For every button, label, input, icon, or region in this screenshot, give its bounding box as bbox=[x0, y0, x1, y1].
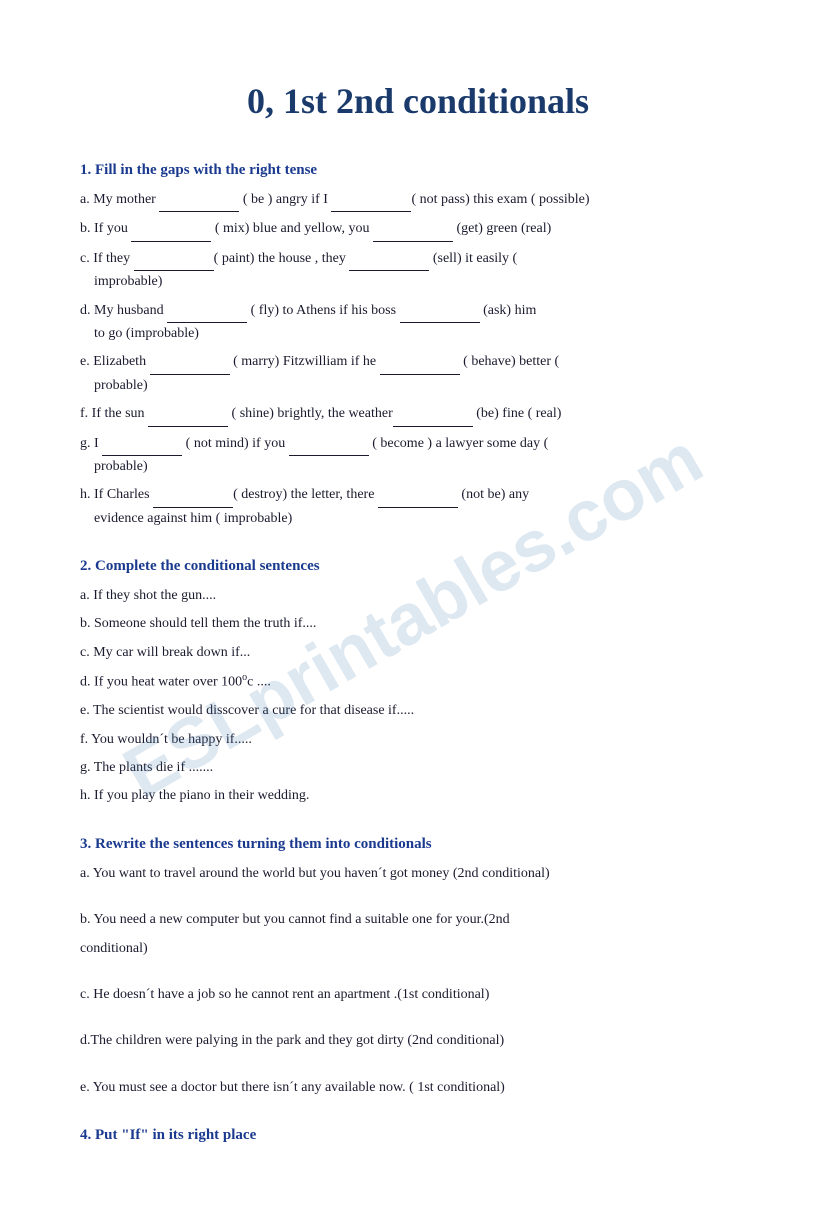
blank-1h-2 bbox=[378, 484, 458, 507]
blank-1e-2 bbox=[380, 351, 460, 374]
section-3-line-b: b. You need a new computer but you canno… bbox=[80, 909, 756, 931]
section-3-line-a: a. You want to travel around the world b… bbox=[80, 863, 756, 885]
blank-1f-2 bbox=[393, 403, 473, 426]
blank-1f-1 bbox=[148, 403, 228, 426]
section-2-header: 2. Complete the conditional sentences bbox=[80, 558, 756, 575]
section-2-line-e: e. The scientist would disscover a cure … bbox=[80, 700, 756, 722]
section-3-line-d: d.The children were palying in the park … bbox=[80, 1030, 756, 1052]
blank-1h-1 bbox=[153, 484, 233, 507]
blank-1d-2 bbox=[400, 300, 480, 323]
section-3-header: 3. Rewrite the sentences turning them in… bbox=[80, 836, 756, 853]
blank-1g-1 bbox=[102, 433, 182, 456]
section-2-line-f: f. You wouldn´t be happy if..... bbox=[80, 729, 756, 751]
section-2-line-g: g. The plants die if ....... bbox=[80, 757, 756, 779]
section-1-line-e: e. Elizabeth ( marry) Fitzwilliam if he … bbox=[80, 351, 756, 397]
section-1-line-c: c. If they ( paint) the house , they (se… bbox=[80, 248, 756, 294]
page-title: 0, 1st 2nd conditionals bbox=[80, 80, 756, 122]
section-3-line-c: c. He doesn´t have a job so he cannot re… bbox=[80, 984, 756, 1006]
section-3-line-e: e. You must see a doctor but there isn´t… bbox=[80, 1077, 756, 1099]
section-1-line-h: h. If Charles ( destroy) the letter, the… bbox=[80, 484, 756, 530]
blank-1g-2 bbox=[289, 433, 369, 456]
blank-1d-1 bbox=[167, 300, 247, 323]
section-3: 3. Rewrite the sentences turning them in… bbox=[80, 836, 756, 1099]
section-1-line-f: f. If the sun ( shine) brightly, the wea… bbox=[80, 403, 756, 426]
section-1-header: 1. Fill in the gaps with the right tense bbox=[80, 162, 756, 179]
section-1-line-d: d. My husband ( fly) to Athens if his bo… bbox=[80, 300, 756, 346]
blank-1a-2 bbox=[331, 189, 411, 212]
section-2: 2. Complete the conditional sentences a.… bbox=[80, 558, 756, 808]
blank-1c-1 bbox=[134, 248, 214, 271]
section-3-line-b-cont: conditional) bbox=[80, 938, 756, 960]
blank-1e-1 bbox=[150, 351, 230, 374]
section-2-line-d: d. If you heat water over 100oc .... bbox=[80, 670, 756, 694]
section-2-line-c: c. My car will break down if... bbox=[80, 642, 756, 664]
section-1-line-b: b. If you ( mix) blue and yellow, you (g… bbox=[80, 218, 756, 241]
section-2-line-a: a. If they shot the gun.... bbox=[80, 585, 756, 607]
blank-1b-1 bbox=[131, 218, 211, 241]
section-1-line-a: a. My mother ( be ) angry if I ( not pas… bbox=[80, 189, 756, 212]
blank-1c-2 bbox=[349, 248, 429, 271]
section-2-line-b: b. Someone should tell them the truth if… bbox=[80, 613, 756, 635]
section-1-line-g: g. I ( not mind) if you ( become ) a law… bbox=[80, 433, 756, 479]
blank-1b-2 bbox=[373, 218, 453, 241]
section-4: 4. Put "If" in its right place bbox=[80, 1127, 756, 1144]
blank-1a-1 bbox=[159, 189, 239, 212]
section-2-line-h: h. If you play the piano in their weddin… bbox=[80, 785, 756, 807]
section-4-header: 4. Put "If" in its right place bbox=[80, 1127, 756, 1144]
section-1: 1. Fill in the gaps with the right tense… bbox=[80, 162, 756, 530]
